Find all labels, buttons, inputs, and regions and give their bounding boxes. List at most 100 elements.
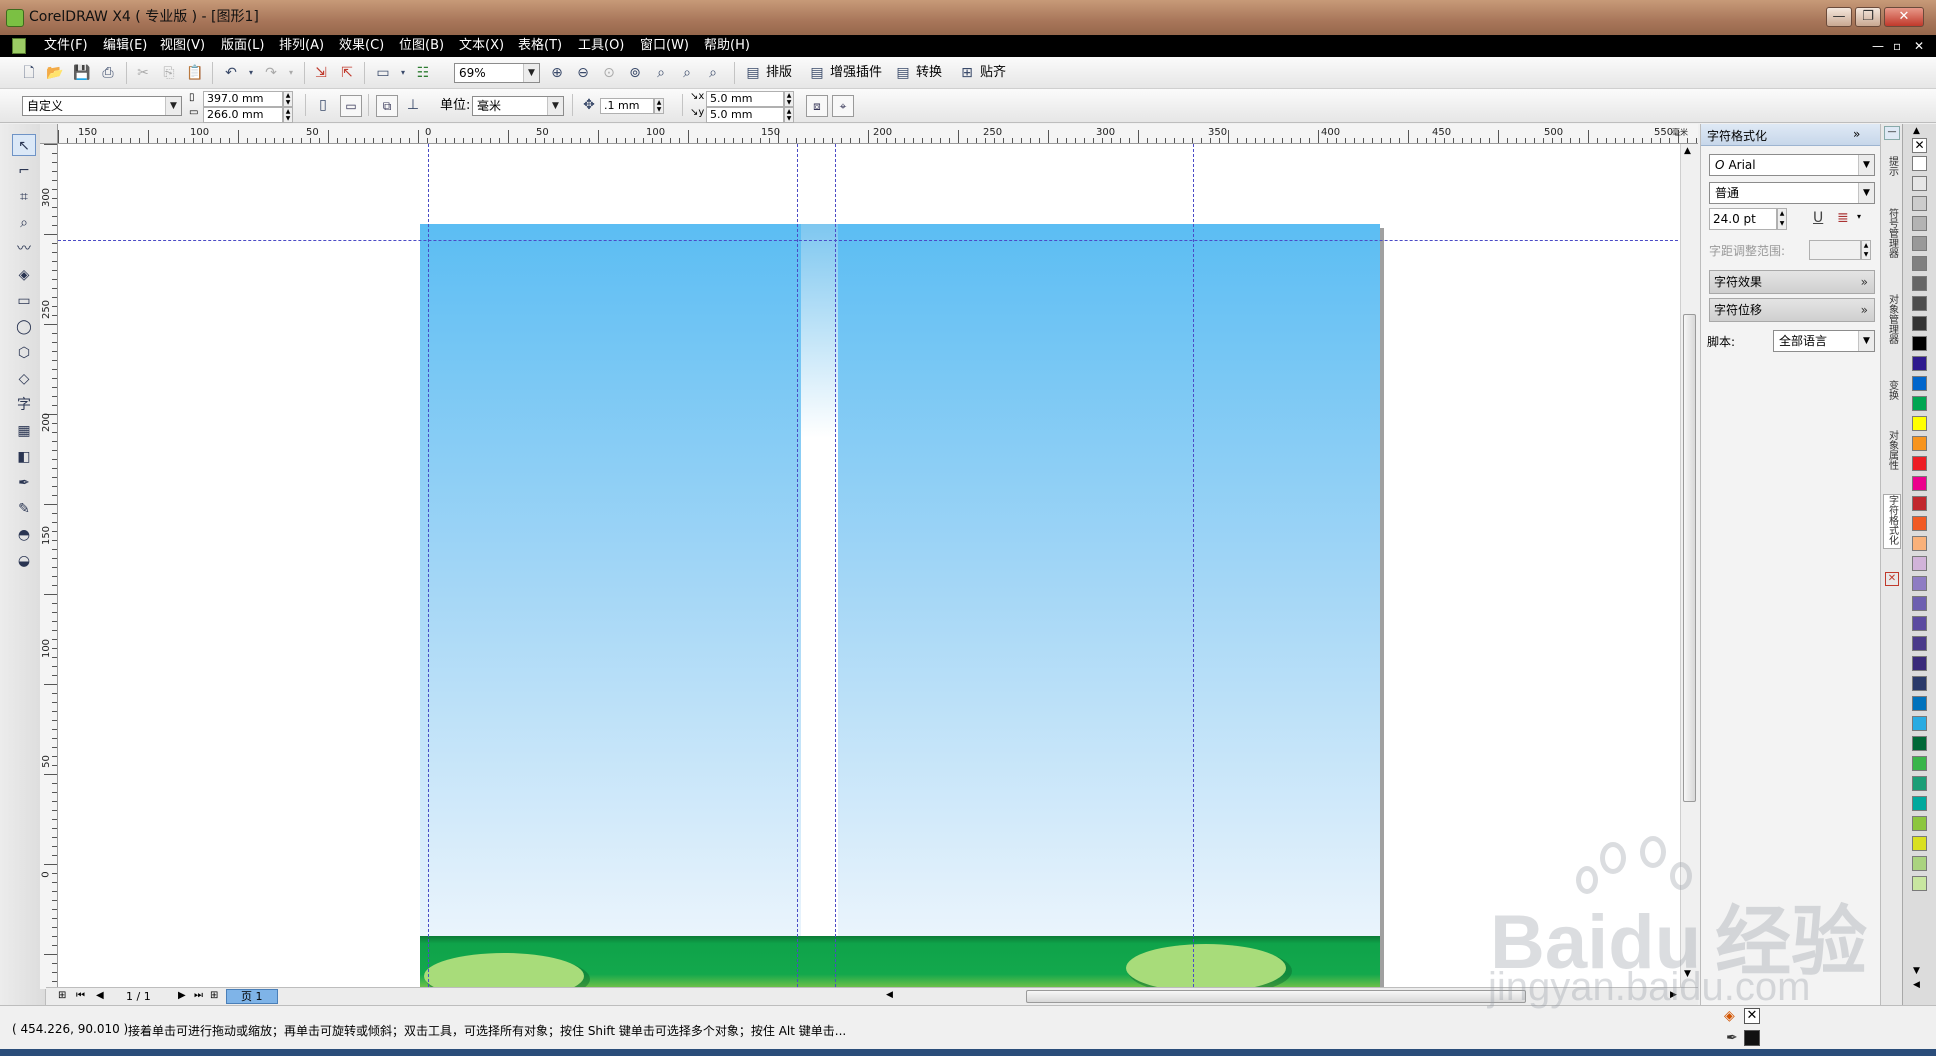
insert-page-after-icon[interactable]: ⊞ <box>210 990 218 1001</box>
menu-edit[interactable]: 编辑(E) <box>103 37 147 55</box>
first-page-icon[interactable]: ⏮ <box>76 990 85 1001</box>
vertical-guideline[interactable] <box>797 144 798 987</box>
color-swatch[interactable] <box>1912 536 1927 551</box>
drawing-canvas[interactable] <box>58 144 1698 987</box>
rectangle-tool-icon[interactable]: ▭ <box>12 290 36 312</box>
layout-plugin-icon[interactable]: ▤ <box>744 64 762 82</box>
character-effects-section[interactable]: 字符效果 » <box>1709 270 1875 294</box>
doc-minimize-button[interactable]: — <box>1872 37 1884 55</box>
menu-table[interactable]: 表格(T) <box>518 37 562 55</box>
page-preset-select[interactable]: 自定义 ▼ <box>22 96 182 116</box>
import-icon[interactable]: ⇲ <box>312 64 330 82</box>
no-fill-swatch[interactable]: ✕ <box>1912 138 1927 153</box>
table-tool-icon[interactable]: ▦ <box>12 420 36 442</box>
menu-arrange[interactable]: 排列(A) <box>279 37 324 55</box>
duplicate-x-spinner[interactable]: ▲ ▼ <box>784 91 794 107</box>
palette-scroll-up-icon[interactable]: ▲ <box>1913 126 1920 136</box>
character-shift-section[interactable]: 字符位移 » <box>1709 298 1875 322</box>
page-tab[interactable]: 页 1 <box>226 989 278 1004</box>
menu-effects[interactable]: 效果(C) <box>339 37 384 55</box>
application-launcher-icon[interactable]: ▭ <box>374 64 392 82</box>
docker-minimize-icon[interactable]: — <box>1884 126 1900 140</box>
color-swatch[interactable] <box>1912 796 1927 811</box>
horizontal-ruler[interactable]: 150 100 50 0 50 100 150 200 250 300 350 … <box>58 124 1698 144</box>
snap-plugin-icon[interactable]: ⊞ <box>958 64 976 82</box>
document-icon[interactable] <box>12 38 26 54</box>
menu-file[interactable]: 文件(F) <box>44 37 88 55</box>
palette-scroll-down-icon[interactable]: ▼ <box>1913 966 1920 976</box>
collapse-docker-icon[interactable]: » <box>1853 127 1860 141</box>
export-icon[interactable]: ⇱ <box>338 64 356 82</box>
pick-tool-icon[interactable]: ↖ <box>12 134 36 156</box>
color-swatch[interactable] <box>1912 356 1927 371</box>
color-swatch[interactable] <box>1912 296 1927 311</box>
snap-plugin-button[interactable]: 贴齐 <box>980 64 1006 82</box>
previous-page-icon[interactable]: ◀ <box>96 990 104 1001</box>
zoom-level-select[interactable]: 69% ▼ <box>454 63 540 83</box>
menu-text[interactable]: 文本(X) <box>459 37 504 55</box>
kerning-input[interactable] <box>1809 240 1861 260</box>
script-select[interactable]: 全部语言 ▼ <box>1773 330 1875 352</box>
zoom-height-icon[interactable]: ⌕ <box>704 64 722 82</box>
font-size-spinner[interactable]: ▲ ▼ <box>1777 208 1787 230</box>
color-swatch[interactable] <box>1912 256 1927 271</box>
text-tool-icon[interactable]: 字 <box>12 394 36 416</box>
scroll-up-icon[interactable]: ▲ <box>1684 146 1691 156</box>
color-swatch[interactable] <box>1912 716 1927 731</box>
current-page-icon[interactable]: ⊥ <box>404 96 422 114</box>
fill-none-swatch[interactable]: ✕ <box>1744 1008 1760 1024</box>
print-icon[interactable]: ⎙ <box>99 64 117 82</box>
outline-color-swatch[interactable] <box>1744 1030 1760 1046</box>
horizontal-scroll-thumb[interactable] <box>1026 990 1526 1003</box>
layout-plugin-button[interactable]: 排版 <box>766 64 792 82</box>
color-swatch[interactable] <box>1912 596 1927 611</box>
transform-tab[interactable]: 变换 <box>1883 380 1901 403</box>
close-button[interactable]: ✕ <box>1884 7 1924 27</box>
scroll-left-icon[interactable]: ◀ <box>886 990 893 1000</box>
color-swatch[interactable] <box>1912 656 1927 671</box>
insert-page-before-icon[interactable]: ⊞ <box>58 990 66 1001</box>
vertical-guideline[interactable] <box>428 144 429 987</box>
color-swatch[interactable] <box>1912 376 1927 391</box>
redo-dropdown-icon[interactable]: ▾ <box>282 64 300 82</box>
save-icon[interactable]: 💾 <box>73 64 91 82</box>
smart-fill-tool-icon[interactable]: ◈ <box>12 264 36 286</box>
alignment-dropdown-icon[interactable]: ▾ <box>1857 212 1861 221</box>
left-sky-panel[interactable] <box>420 224 801 936</box>
open-folder-icon[interactable]: 📂 <box>46 64 64 82</box>
width-spinner[interactable]: ▲ ▼ <box>283 91 293 107</box>
color-swatch[interactable] <box>1912 876 1927 891</box>
color-swatch[interactable] <box>1912 556 1927 571</box>
snap-to-objects-toggle[interactable]: ⌖ <box>832 95 854 117</box>
color-swatch[interactable] <box>1912 156 1927 171</box>
color-swatch[interactable] <box>1912 676 1927 691</box>
outline-pen-icon[interactable]: ✒ <box>1726 1030 1738 1046</box>
doc-close-button[interactable]: ✕ <box>1914 37 1924 55</box>
menu-layout[interactable]: 版面(L) <box>221 37 264 55</box>
ellipse-tool-icon[interactable]: ◯ <box>12 316 36 338</box>
basic-shapes-tool-icon[interactable]: ◇ <box>12 368 36 390</box>
scroll-down-icon[interactable]: ▼ <box>1684 969 1691 979</box>
zoom-out-icon[interactable]: ⊖ <box>574 64 592 82</box>
shape-tool-icon[interactable]: ⌐ <box>12 160 36 182</box>
color-swatch[interactable] <box>1912 516 1927 531</box>
color-swatch[interactable] <box>1912 196 1927 211</box>
font-size-input[interactable]: 24.0 pt <box>1709 208 1777 230</box>
color-swatch[interactable] <box>1912 316 1927 331</box>
nudge-spinner[interactable]: ▲ ▼ <box>654 98 664 114</box>
vertical-scroll-thumb[interactable] <box>1683 314 1696 802</box>
right-sky-panel[interactable] <box>838 224 1380 936</box>
symbol-manager-tab[interactable]: 符号管理器 <box>1883 208 1901 261</box>
color-swatch[interactable] <box>1912 756 1927 771</box>
zoom-width-icon[interactable]: ⌕ <box>678 64 696 82</box>
color-swatch[interactable] <box>1912 856 1927 871</box>
height-spinner[interactable]: ▲ ▼ <box>283 107 293 123</box>
fill-tool-icon[interactable]: ◓ <box>12 524 36 546</box>
font-style-select[interactable]: 普通 ▼ <box>1709 182 1875 204</box>
zoom-page-icon[interactable]: ⌕ <box>652 64 670 82</box>
color-swatch[interactable] <box>1912 436 1927 451</box>
page-height-input[interactable]: 266.0 mm <box>203 107 283 123</box>
color-swatch[interactable] <box>1912 736 1927 751</box>
docker-title-bar[interactable]: 字符格式化 » <box>1701 124 1881 146</box>
character-formatting-tab[interactable]: 字符格式化 <box>1883 494 1901 549</box>
